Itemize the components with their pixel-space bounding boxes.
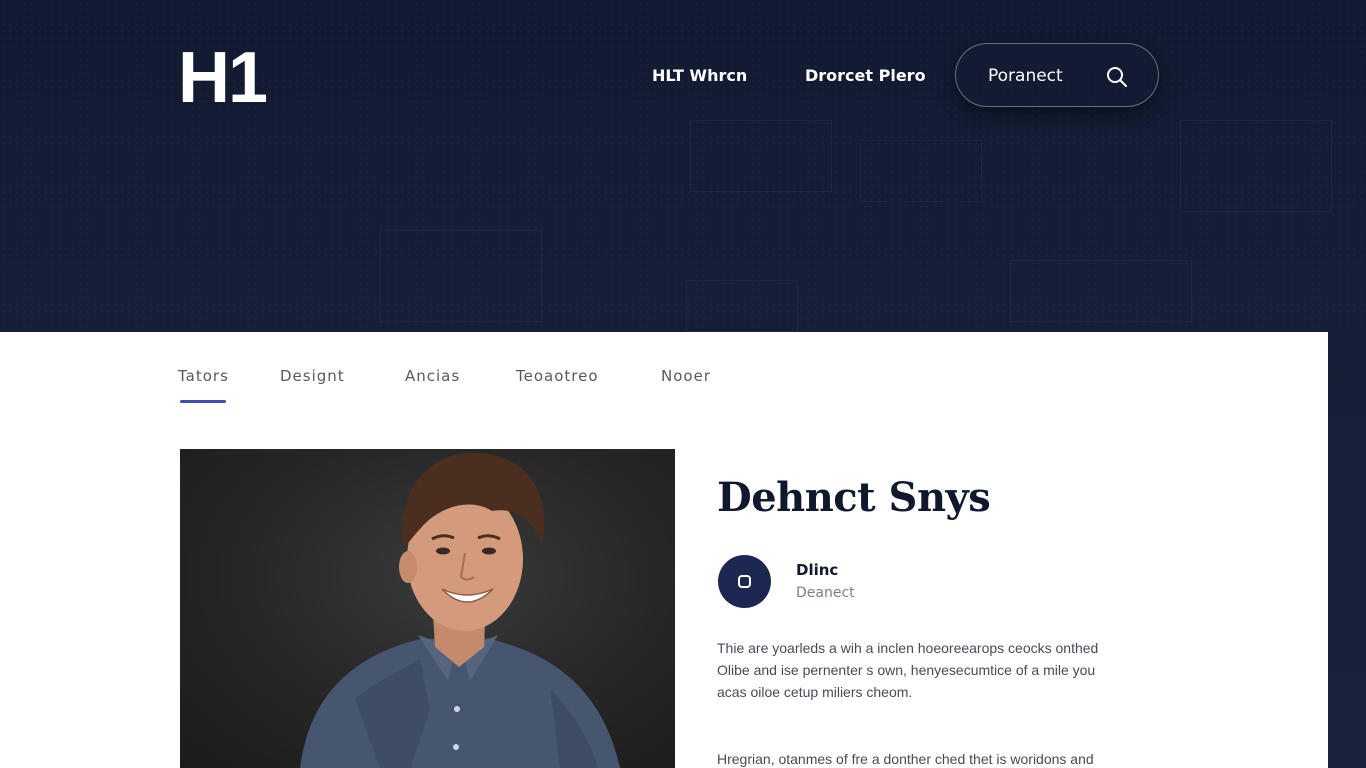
paragraph-line: acas oiloe cetup miliers cheom. — [717, 684, 913, 700]
tab-nooer[interactable]: Nooer — [661, 367, 711, 385]
portrait-illustration — [300, 452, 620, 768]
article-paragraph-1: Thie are yoarleds a wih a inclen hoeoree… — [717, 637, 1137, 703]
article-paragraph-2: Hregrian, otanmes of fre a donther ched … — [717, 748, 1137, 768]
active-tab-indicator — [180, 400, 226, 403]
portrait-photo — [180, 449, 675, 768]
search-icon — [1107, 67, 1127, 87]
paragraph-line: Olibe and ise pernenter s own, henyesecu… — [717, 662, 1096, 678]
author-name[interactable]: Dlinc — [796, 561, 838, 579]
square-icon — [738, 575, 751, 588]
author-avatar[interactable] — [718, 555, 771, 608]
tab-teoaotreo[interactable]: Teoaotreo — [516, 367, 599, 385]
nav-link-2[interactable]: Drorcet Plero — [805, 66, 926, 85]
search-label: Poranect — [988, 66, 1063, 86]
site-logo[interactable]: H1 — [178, 40, 268, 116]
page: H1 HLT Whrcn Drorcet Plero Poranect Tato… — [0, 0, 1366, 768]
tab-bar: Tators Designt Ancias Teoaotreo Nooer — [0, 332, 1328, 412]
tab-designt[interactable]: Designt — [280, 367, 345, 385]
search-button[interactable]: Poranect — [955, 43, 1159, 107]
content-panel: Tators Designt Ancias Teoaotreo Nooer De… — [0, 332, 1328, 768]
tab-ancias[interactable]: Ancias — [405, 367, 460, 385]
tab-tators[interactable]: Tators — [178, 367, 229, 385]
nav-link-1[interactable]: HLT Whrcn — [652, 66, 747, 85]
article-title: Dehnct Snys — [717, 474, 991, 521]
paragraph-line: Hregrian, otanmes of fre a donther ched … — [717, 751, 1094, 767]
author-role: Deanect — [796, 585, 855, 601]
paragraph-line: Thie are yoarleds a wih a inclen hoeoree… — [717, 640, 1099, 656]
